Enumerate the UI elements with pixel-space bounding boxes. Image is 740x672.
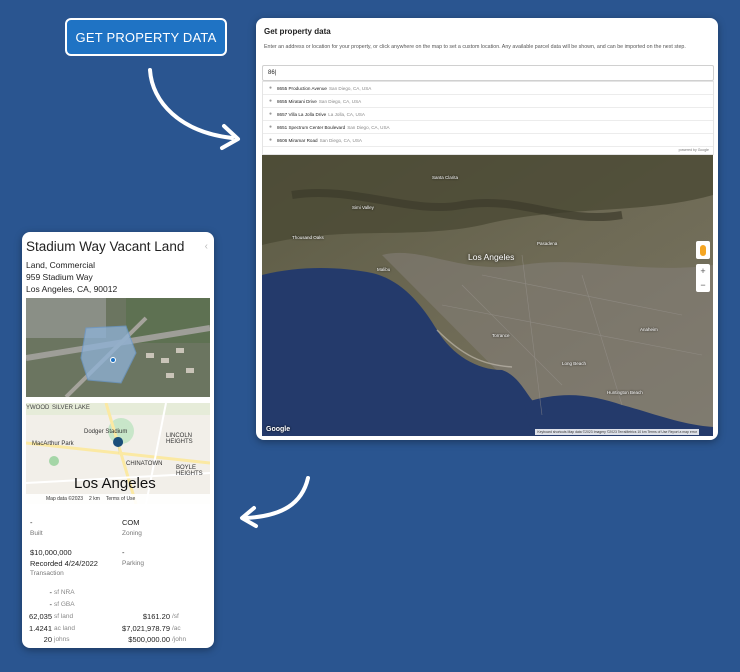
metric-value: $7,021,978.79 bbox=[122, 624, 170, 633]
map-place-label: YWOOD bbox=[26, 405, 50, 411]
map-place-label: Thousand Oaks bbox=[292, 235, 324, 240]
metric-value: - bbox=[49, 588, 53, 597]
map-place-label: Huntington Beach bbox=[607, 390, 643, 395]
map-place-label: Dodger Stadium bbox=[84, 429, 128, 435]
chevron-left-icon[interactable]: ‹ bbox=[205, 241, 208, 252]
suggestion-item[interactable]: ● 8655 Miratani Drive San Diego, CA, USA bbox=[263, 95, 713, 108]
satellite-imagery bbox=[262, 155, 713, 436]
aerial-photo bbox=[26, 298, 210, 397]
map-place-label: Long Beach bbox=[562, 361, 587, 366]
map-place-label: LINCOLN HEIGHTS bbox=[166, 433, 193, 445]
property-city-line: Los Angeles, CA, 90012 bbox=[26, 284, 118, 294]
location-pin-icon: ● bbox=[269, 136, 273, 143]
location-pin-icon: ● bbox=[269, 97, 273, 104]
map-attribution: Keyboard shortcuts Map data ©2023 Imager… bbox=[535, 429, 699, 435]
map-place-label: SILVER LAKE bbox=[52, 405, 90, 411]
zoom-out-button[interactable]: − bbox=[696, 278, 710, 292]
location-pin-icon: ● bbox=[269, 123, 273, 130]
built-label: Built bbox=[30, 530, 43, 537]
property-type: Land, Commercial bbox=[26, 260, 95, 270]
transaction-label: Transaction bbox=[30, 570, 64, 577]
curved-arrow-right-icon bbox=[148, 68, 240, 150]
property-title: Stadium Way Vacant Land bbox=[26, 239, 185, 254]
address-suggestions: ● 8655 Production Avenue San Diego, CA, US… bbox=[262, 81, 714, 155]
metric-value: 1.4241 bbox=[29, 624, 52, 633]
powered-by-google: powered by Google bbox=[678, 148, 709, 152]
parking-label: Parking bbox=[122, 560, 145, 567]
metric-unit: /john bbox=[172, 636, 187, 643]
address-search-input[interactable]: 86| bbox=[262, 65, 714, 81]
property-card: Stadium Way Vacant Land ‹ Land, Commerci… bbox=[22, 232, 214, 648]
map-attribution: Map data ©2023 2 km Terms of Use bbox=[26, 494, 210, 504]
map-place-label: BOYLE HEIGHTS bbox=[176, 465, 203, 477]
map-place-label: Simi Valley bbox=[352, 205, 374, 210]
map-city-label: Los Angeles bbox=[74, 475, 156, 492]
satellite-map[interactable]: Santa Clarita Simi Valley Thousand Oaks … bbox=[262, 155, 713, 436]
map-place-label: Anaheim bbox=[640, 327, 658, 332]
built-value: - bbox=[30, 518, 33, 527]
metric-unit: /sf bbox=[172, 613, 179, 620]
metric-unit: sf GBA bbox=[54, 601, 75, 608]
zoning-label: Zoning bbox=[122, 530, 142, 537]
get-property-data-button[interactable]: GET PROPERTY DATA bbox=[65, 18, 227, 56]
location-map[interactable]: SILVER LAKE Dodger Stadium MacArthur Par… bbox=[26, 403, 210, 504]
google-logo: Google bbox=[266, 426, 291, 433]
map-place-label: CHINATOWN bbox=[126, 461, 163, 467]
suggestion-item[interactable]: ● 8657 Villa La Jolla Drive La Jolla, CA, … bbox=[263, 108, 713, 121]
metric-unit: sf NRA bbox=[54, 589, 75, 596]
panel-title: Get property data bbox=[264, 27, 331, 36]
street-view-pegman-icon[interactable] bbox=[696, 241, 710, 259]
metric-value: $500,000.00 bbox=[128, 635, 170, 644]
map-place-label: MacArthur Park bbox=[32, 441, 74, 447]
suggestion-item[interactable]: ● 8606 Miramar Road San Diego, CA, USA bbox=[263, 134, 713, 147]
map-place-label: Santa Clarita bbox=[432, 175, 459, 180]
suggestion-item[interactable]: ● 8655 Production Avenue San Diego, CA, US… bbox=[263, 82, 713, 95]
map-city-label: Los Angeles bbox=[468, 252, 515, 262]
transaction-recorded: Recorded 4/24/2022 bbox=[30, 559, 98, 568]
map-place-label: Pasadena bbox=[537, 241, 558, 246]
suggestion-item[interactable]: ● 8651 Spectrum Center Boulevard San Diego… bbox=[263, 121, 713, 134]
curved-arrow-left-icon bbox=[240, 476, 310, 528]
metric-value: - bbox=[49, 600, 53, 609]
property-street: 959 Stadium Way bbox=[26, 272, 93, 282]
metric-unit: johns bbox=[54, 636, 70, 643]
parking-value: - bbox=[122, 548, 125, 557]
zoom-control: + − bbox=[696, 264, 710, 292]
map-place-label: Torrance bbox=[492, 333, 510, 338]
zoning-value: COM bbox=[122, 518, 140, 527]
location-pin-icon: ● bbox=[269, 84, 273, 91]
metric-unit: /ac bbox=[172, 625, 181, 632]
property-search-panel: Get property data Enter an address or lo… bbox=[256, 18, 718, 440]
map-place-label: Malibu bbox=[377, 267, 391, 272]
metric-unit: ac land bbox=[54, 625, 75, 632]
metric-unit: sf land bbox=[54, 613, 74, 620]
transaction-price: $10,000,000 bbox=[30, 548, 72, 557]
metric-value: 20 bbox=[43, 635, 52, 644]
metric-value: $161.20 bbox=[142, 612, 170, 621]
location-pin-icon: ● bbox=[269, 110, 273, 117]
metric-value: 62,035 bbox=[29, 612, 52, 621]
zoom-in-button[interactable]: + bbox=[696, 264, 710, 278]
panel-description: Enter an address or location for your pr… bbox=[264, 44, 686, 50]
